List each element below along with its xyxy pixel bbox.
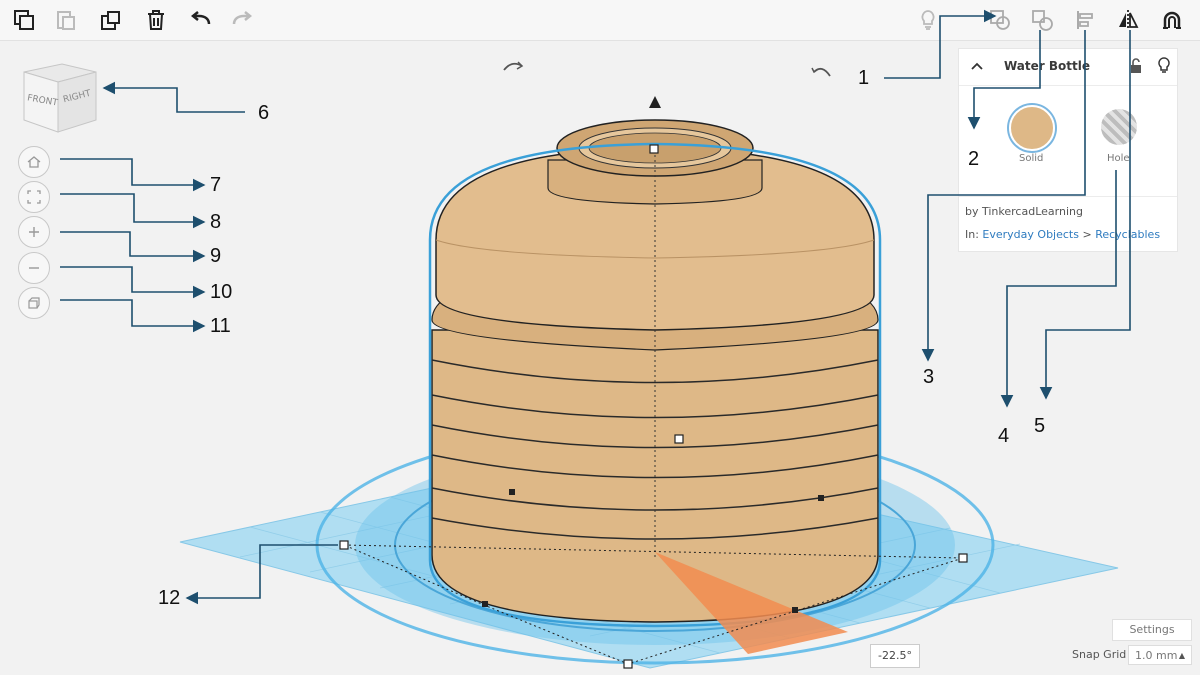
callout-12: 12 — [158, 587, 181, 609]
callout-5: 5 — [1034, 415, 1046, 437]
callout-2: 2 — [968, 148, 980, 170]
callout-6: 6 — [258, 102, 270, 124]
callout-9: 9 — [210, 245, 222, 267]
callout-10: 10 — [210, 281, 233, 303]
callout-4: 4 — [998, 425, 1010, 447]
callout-3: 3 — [923, 366, 935, 388]
callout-7: 7 — [210, 174, 222, 196]
callout-11: 11 — [210, 315, 231, 337]
callout-1: 1 — [858, 67, 870, 89]
callout-8: 8 — [210, 211, 222, 233]
annotation-arrows — [60, 9, 1131, 605]
